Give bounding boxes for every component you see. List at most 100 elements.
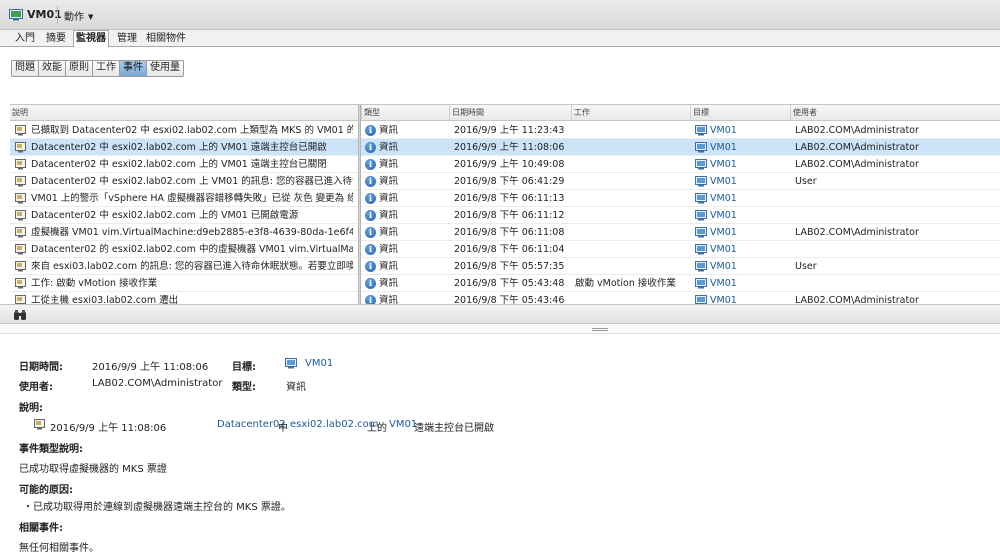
cell-description: 工作: 啟動 vMotion 接收作業 bbox=[31, 278, 158, 289]
detail-target-link[interactable]: VM01 bbox=[305, 358, 333, 369]
panel-splitter[interactable] bbox=[0, 324, 1000, 334]
subtab-events[interactable]: 事件 bbox=[120, 61, 147, 76]
tab-getting-started[interactable]: 入門 bbox=[11, 31, 39, 47]
cell-description: 工從主機 esxi03.lab02.com 遷出 bbox=[31, 295, 179, 304]
cell-task bbox=[575, 156, 689, 173]
table-row[interactable]: i Datacenter02 中 esxi02.lab02.com 上的 VM01… bbox=[10, 207, 1000, 224]
subtab-tasks[interactable]: 工作 bbox=[93, 61, 120, 76]
table-row[interactable]: i Datacenter02 中 esxi02.lab02.com 上的 VM01… bbox=[10, 156, 1000, 173]
cell-target[interactable]: VM01 bbox=[710, 258, 788, 275]
cell-user bbox=[795, 190, 995, 207]
cell-target[interactable]: VM01 bbox=[710, 292, 788, 304]
vm-target-icon bbox=[695, 193, 707, 204]
subtab-performance[interactable]: 效能 bbox=[39, 61, 66, 76]
cell-datetime: 2016/9/8 下午 06:11:12 bbox=[454, 210, 565, 221]
vm-target-icon bbox=[695, 244, 707, 255]
table-row[interactable]: i 工作: 啟動 vMotion 接收作業 資訊 2016/9/8 下午 05:43:… bbox=[10, 275, 1000, 292]
column-header-description[interactable]: 說明 bbox=[10, 105, 358, 121]
cell-datetime: 2016/9/8 下午 05:43:46 bbox=[454, 295, 565, 304]
table-row[interactable]: i Datacenter02 中 esxi02.lab02.com 上的 VM01… bbox=[10, 139, 1000, 156]
desc-vm-link[interactable]: VM01 bbox=[389, 419, 417, 430]
cell-description: 虛擬機器 VM01 vim.VirtualMachine:d9eb2885-e3… bbox=[31, 227, 353, 238]
desc-datacenter-link[interactable]: Datacenter02 bbox=[217, 419, 286, 430]
info-icon: i bbox=[365, 295, 376, 304]
cell-task bbox=[575, 190, 689, 207]
info-icon: i bbox=[365, 125, 376, 136]
cell-target[interactable]: VM01 bbox=[710, 139, 788, 156]
table-row[interactable]: i 來自 esxi03.lab02.com 的訊息: 您的容器已進入待命休眠狀態。… bbox=[10, 258, 1000, 275]
grid-rows: i 已擷取到 Datacenter02 中 esxi02.lab02.com 上類… bbox=[10, 122, 1000, 304]
cell-datetime: 2016/9/8 下午 06:11:04 bbox=[454, 244, 565, 255]
info-icon: i bbox=[365, 193, 376, 204]
tab-monitor[interactable]: 監視器 bbox=[73, 30, 109, 48]
subtab-issues[interactable]: 問題 bbox=[12, 61, 39, 76]
info-icon: i bbox=[365, 278, 376, 289]
main-tab-bar: 入門 摘要 監視器 管理 相關物件 bbox=[0, 30, 1000, 48]
cell-type: 資訊 bbox=[379, 227, 399, 238]
subtab-utilization[interactable]: 使用量 bbox=[147, 61, 183, 76]
binoculars-icon[interactable] bbox=[13, 309, 27, 321]
related-events-label: 相關事件: bbox=[19, 523, 63, 534]
event-icon bbox=[15, 261, 26, 272]
vm-target-icon bbox=[695, 278, 707, 289]
column-splitter[interactable] bbox=[358, 105, 361, 304]
cell-description: Datacenter02 的 esxi02.lab02.com 中的虛擬機器 V… bbox=[31, 244, 353, 255]
vm-target-icon bbox=[695, 227, 707, 238]
cell-target[interactable]: VM01 bbox=[710, 207, 788, 224]
table-row[interactable]: i VM01 上的警示「vSphere HA 虛擬機器容錯移轉失敗」已從 灰色 變… bbox=[10, 190, 1000, 207]
column-header-task[interactable]: 工作 bbox=[571, 105, 690, 121]
console-event-icon bbox=[34, 419, 45, 430]
table-row[interactable]: i 工從主機 esxi03.lab02.com 遷出 資訊 2016/9/8 下午 0… bbox=[10, 292, 1000, 304]
detail-description-label: 說明: bbox=[19, 403, 43, 414]
info-icon: i bbox=[365, 244, 376, 255]
cell-description: Datacenter02 中 esxi02.lab02.com 上的 VM01 … bbox=[31, 159, 327, 170]
virtual-machine-icon bbox=[9, 9, 23, 21]
cell-target[interactable]: VM01 bbox=[710, 190, 788, 207]
actions-menu-button[interactable]: 動作 ▼ bbox=[64, 8, 93, 23]
column-header-type[interactable]: 類型 bbox=[361, 105, 449, 121]
cell-target[interactable]: VM01 bbox=[710, 275, 788, 292]
vm-target-icon bbox=[695, 261, 707, 272]
detail-target-label: 目標: bbox=[232, 362, 256, 373]
table-row[interactable]: i Datacenter02 中 esxi02.lab02.com 上 VM01 … bbox=[10, 173, 1000, 190]
cell-description: Datacenter02 中 esxi02.lab02.com 上的 VM01 … bbox=[31, 210, 299, 221]
cell-target[interactable]: VM01 bbox=[710, 156, 788, 173]
vm-target-icon bbox=[285, 358, 297, 369]
subtab-policies[interactable]: 原則 bbox=[66, 61, 93, 76]
column-header-target[interactable]: 目標 bbox=[690, 105, 790, 121]
desc-tail-text: 遠端主控台已開啟 bbox=[414, 423, 494, 434]
info-icon: i bbox=[365, 261, 376, 272]
cell-description: 來自 esxi03.lab02.com 的訊息: 您的容器已進入待命休眠狀態。若… bbox=[31, 261, 353, 272]
chevron-down-icon: ▼ bbox=[88, 13, 94, 21]
event-icon bbox=[15, 142, 26, 153]
cell-task bbox=[575, 122, 689, 139]
cell-type: 資訊 bbox=[379, 159, 399, 170]
column-header-datetime[interactable]: 日期時間 bbox=[449, 105, 571, 121]
cell-datetime: 2016/9/8 下午 06:11:13 bbox=[454, 193, 565, 204]
event-type-description-label: 事件類型說明: bbox=[19, 444, 83, 455]
splitter-grip[interactable] bbox=[592, 328, 608, 331]
cell-description: VM01 上的警示「vSphere HA 虛擬機器容錯移轉失敗」已從 灰色 變更… bbox=[31, 193, 353, 204]
cell-type: 資訊 bbox=[379, 125, 399, 136]
cell-target[interactable]: VM01 bbox=[710, 173, 788, 190]
tab-related-objects[interactable]: 相關物件 bbox=[144, 31, 188, 47]
cell-datetime: 2016/9/8 下午 05:57:35 bbox=[454, 261, 565, 272]
title-separator bbox=[57, 6, 58, 24]
cell-target[interactable]: VM01 bbox=[710, 122, 788, 139]
cell-target[interactable]: VM01 bbox=[710, 224, 788, 241]
tab-summary[interactable]: 摘要 bbox=[42, 31, 70, 47]
table-row[interactable]: i 虛擬機器 VM01 vim.VirtualMachine:d9eb2885-e… bbox=[10, 224, 1000, 241]
cell-type: 資訊 bbox=[379, 193, 399, 204]
table-row[interactable]: i 已擷取到 Datacenter02 中 esxi02.lab02.com 上類… bbox=[10, 122, 1000, 139]
column-header-user[interactable]: 使用者 bbox=[790, 105, 1000, 121]
cell-type: 資訊 bbox=[379, 210, 399, 221]
cell-datetime: 2016/9/9 上午 11:08:06 bbox=[454, 142, 565, 153]
event-icon bbox=[15, 244, 26, 255]
cell-target[interactable]: VM01 bbox=[710, 241, 788, 258]
tab-manage[interactable]: 管理 bbox=[114, 31, 140, 47]
vm-target-icon bbox=[695, 210, 707, 221]
monitor-subtabs: 問題 效能 原則 工作 事件 使用量 bbox=[11, 60, 184, 77]
desc-host-link[interactable]: esxi02.lab02.com bbox=[290, 419, 378, 430]
table-row[interactable]: i Datacenter02 的 esxi02.lab02.com 中的虛擬機器 … bbox=[10, 241, 1000, 258]
cell-user bbox=[795, 207, 995, 224]
